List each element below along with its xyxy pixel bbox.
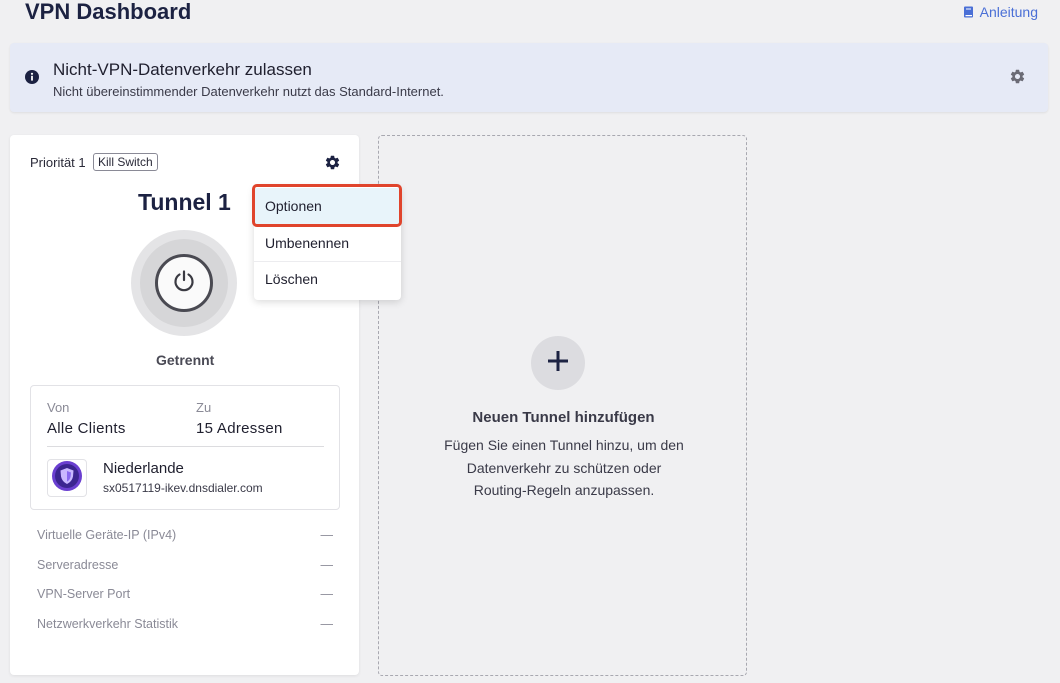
server-host: sx0517119-ikev.dnsdialer.com (103, 481, 263, 495)
banner-settings-gear-icon[interactable] (1009, 68, 1026, 90)
tunnel-settings-gear-icon[interactable] (324, 154, 341, 176)
menu-item-options[interactable]: Optionen (254, 188, 401, 224)
banner-title: Nicht-VPN-Datenverkehr zulassen (53, 60, 312, 79)
route-divider (47, 446, 324, 447)
guide-link[interactable]: Anleitung (963, 4, 1038, 20)
from-value: Alle Clients (47, 420, 126, 437)
detail-value: — (320, 558, 334, 572)
detail-value: — (320, 617, 334, 631)
banner-subtitle: Nicht übereinstimmender Datenverkehr nut… (53, 84, 444, 99)
info-icon (25, 70, 39, 89)
detail-label: Virtuelle Geräte-IP (IPv4) (37, 528, 177, 542)
detail-value: — (320, 587, 334, 601)
detail-label: Netzwerkverkehr Statistik (37, 617, 179, 631)
detail-label: VPN-Server Port (37, 587, 131, 601)
detail-row-traffic-stats: Netzwerkverkehr Statistik — (37, 617, 333, 637)
detail-label: Serveradresse (37, 558, 119, 572)
add-tunnel-description: Fügen Sie einen Tunnel hinzu, um den Dat… (444, 437, 684, 498)
power-icon (171, 268, 197, 299)
server-country: Niederlande (103, 460, 184, 477)
from-label: Von (47, 400, 70, 415)
guide-label: Anleitung (979, 4, 1038, 20)
page-title: VPN Dashboard (25, 0, 192, 24)
book-icon (963, 6, 974, 18)
priority-label: Priorität 1 (30, 155, 86, 170)
menu-caret (329, 178, 339, 183)
plus-icon (547, 350, 569, 377)
to-label: Zu (196, 400, 212, 415)
power-button[interactable] (155, 254, 213, 312)
server-icon-box (47, 459, 87, 497)
route-info-box: Von Zu Alle Clients 15 Adressen Niederla… (30, 385, 340, 510)
detail-row-server-address: Serveradresse — (37, 558, 333, 578)
non-vpn-traffic-banner: Nicht-VPN-Datenverkehr zulassen Nicht üb… (10, 43, 1048, 112)
vpn-shield-icon (52, 460, 82, 496)
detail-value: — (320, 528, 334, 542)
tunnel-options-menu: Optionen Umbenennen Löschen (254, 186, 401, 300)
menu-item-delete[interactable]: Löschen (254, 261, 401, 297)
menu-item-rename[interactable]: Umbenennen (254, 225, 401, 261)
power-button-ring (131, 230, 237, 336)
add-tunnel-button[interactable] (531, 336, 585, 390)
add-tunnel-card[interactable]: Neuen Tunnel hinzufügen Fügen Sie einen … (378, 135, 747, 676)
to-value: 15 Adressen (196, 420, 283, 437)
connection-status: Getrennt (156, 352, 215, 368)
detail-row-server-port: VPN-Server Port — (37, 587, 333, 607)
detail-row-virtual-ip: Virtuelle Geräte-IP (IPv4) — (37, 528, 333, 548)
kill-switch-badge: Kill Switch (93, 153, 158, 171)
add-tunnel-title: Neuen Tunnel hinzufügen (472, 409, 655, 426)
